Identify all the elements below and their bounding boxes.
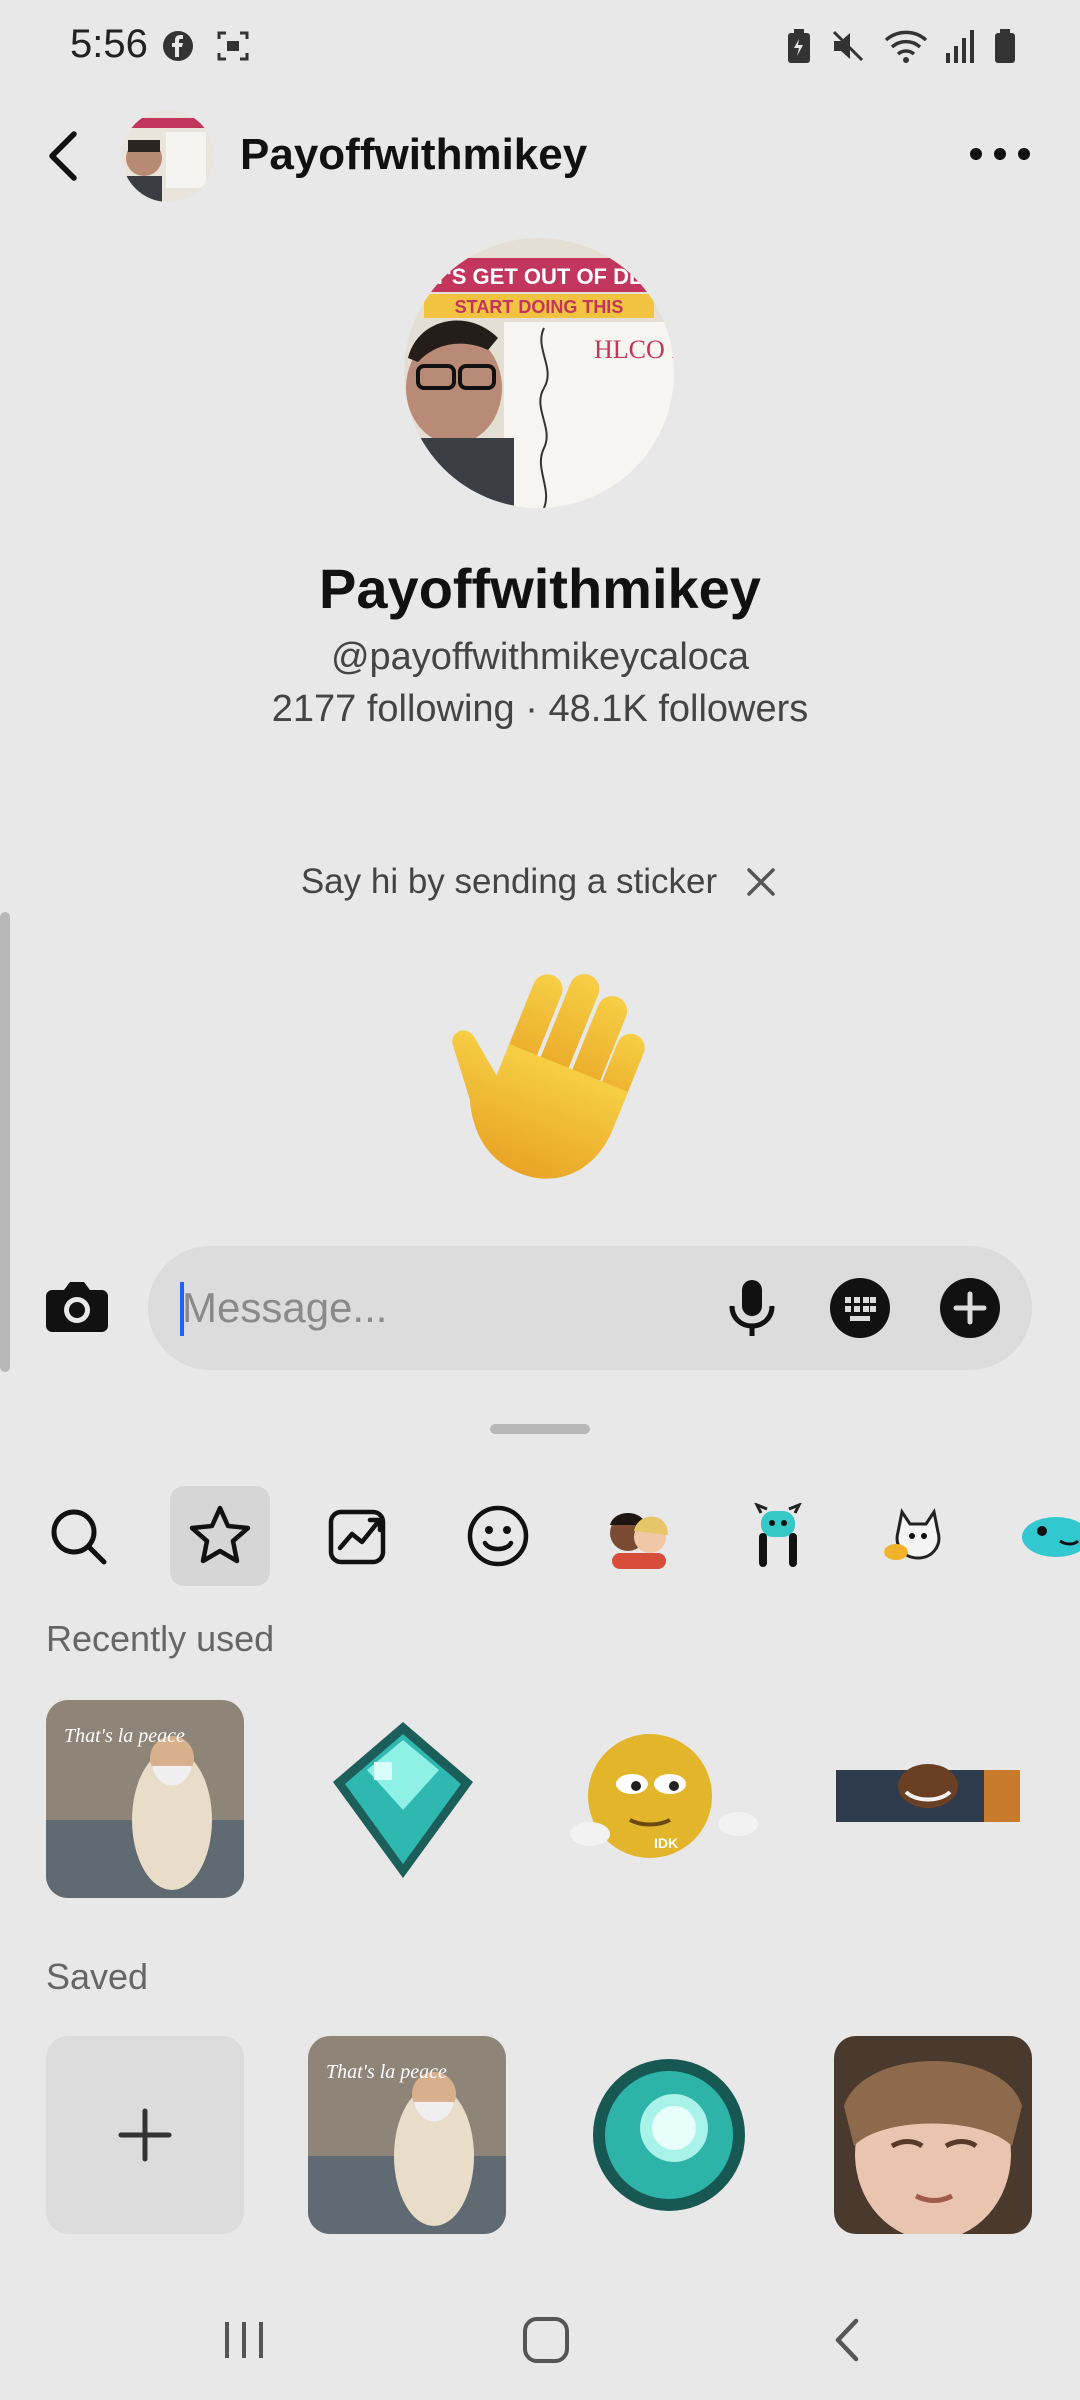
avatar-caption-sub: START DOING THIS	[455, 297, 624, 317]
status-time: 5:56	[70, 22, 148, 66]
more-dots-icon[interactable]	[960, 134, 1040, 174]
cat-sticker-icon[interactable]	[868, 1486, 968, 1586]
profile-stats: 2177 following · 48.1K followers	[271, 688, 809, 730]
close-icon[interactable]	[743, 864, 779, 900]
mute-icon	[830, 28, 866, 69]
back-icon[interactable]	[808, 2308, 888, 2372]
keyboard-icon[interactable]	[828, 1276, 892, 1340]
section-label-saved: Saved	[46, 1956, 149, 1997]
trending-icon[interactable]	[308, 1486, 408, 1586]
screenshot-icon	[216, 30, 250, 67]
message-field[interactable]	[148, 1246, 1032, 1370]
sheet-drag-handle[interactable]	[490, 1424, 590, 1434]
sticker-caption: That's la peace	[64, 1725, 185, 1747]
avatar-board-text: HLCO Payment	[594, 335, 674, 364]
pixel-ender-pearl-sticker[interactable]	[570, 2036, 768, 2234]
recents-icon[interactable]	[204, 2308, 284, 2372]
reaction-gif-sticker[interactable]	[834, 1700, 1032, 1898]
facebook-icon	[162, 30, 194, 67]
blue-creature-icon[interactable]	[1004, 1486, 1080, 1586]
section-label-recently-used: Recently used	[46, 1618, 275, 1659]
plus-circle-icon[interactable]	[938, 1276, 1002, 1340]
back-arrow-icon[interactable]	[40, 126, 90, 186]
add-sticker-button[interactable]	[46, 2036, 244, 2234]
profile-name: Payoffwithmikey	[319, 557, 761, 620]
character-icon[interactable]	[728, 1486, 828, 1586]
message-composer	[0, 1240, 1080, 1376]
waving-hand-sticker[interactable]	[420, 962, 660, 1182]
sticker-caption: IDK	[654, 1835, 678, 1851]
thats-la-peace-sticker[interactable]: That's la peace	[308, 2036, 506, 2234]
battery-icon	[994, 28, 1016, 69]
sticker-hint: Say hi by sending a sticker	[0, 862, 1080, 902]
battery-saver-icon	[786, 28, 812, 69]
microphone-icon[interactable]	[720, 1276, 784, 1340]
header-title[interactable]: Payoffwithmikey	[240, 130, 587, 180]
home-icon[interactable]	[506, 2308, 586, 2372]
star-icon[interactable]	[170, 1486, 270, 1586]
system-nav-bar	[0, 2280, 1080, 2400]
thats-la-peace-sticker[interactable]: That's la peace	[46, 1700, 244, 1898]
chat-header: Payoffwithmikey	[0, 100, 1080, 220]
camera-icon[interactable]	[44, 1276, 110, 1336]
wifi-icon	[884, 28, 928, 69]
sticker-caption: That's la peace	[326, 2061, 447, 2083]
header-avatar[interactable]	[122, 110, 214, 202]
sticker-tabs	[0, 1480, 1080, 1592]
profile-avatar[interactable]: LET'S GET OUT OF DEBT START DOING THIS H…	[404, 238, 674, 508]
hint-text: Say hi by sending a sticker	[300, 862, 718, 901]
search-icon[interactable]	[28, 1486, 128, 1586]
status-bar: 5:56	[0, 0, 1080, 96]
message-input[interactable]	[182, 1276, 682, 1340]
idk-emoji-sticker[interactable]: IDK	[562, 1700, 760, 1898]
signal-icon	[946, 29, 976, 68]
avatar-caption-top: LET'S GET OUT OF DEBT	[405, 264, 674, 289]
pixel-diamond-sticker[interactable]	[304, 1700, 502, 1898]
avatar-pair-icon[interactable]	[588, 1486, 688, 1586]
smiley-icon[interactable]	[448, 1486, 548, 1586]
face-sticker[interactable]	[834, 2036, 1032, 2234]
profile-handle: @payoffwithmikeycaloca	[330, 636, 750, 678]
